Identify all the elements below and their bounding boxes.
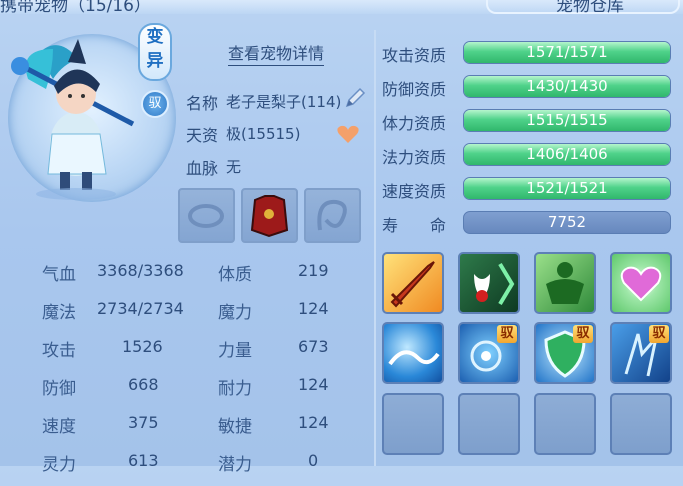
skill-slot[interactable]: 驭 bbox=[610, 322, 672, 384]
attribute-row: 速度 375 敏捷 124 bbox=[42, 410, 372, 448]
view-pet-details-link[interactable]: 查看宠物详情 bbox=[228, 40, 325, 66]
aptitude-bar: 1406/1406 bbox=[463, 143, 671, 166]
mount-tag: 驭 bbox=[649, 325, 669, 343]
aptitude-value: 1406/1406 bbox=[526, 145, 608, 163]
attr-value: 668 bbox=[128, 375, 159, 394]
pet-storage-title[interactable]: 宠物仓库 bbox=[556, 0, 624, 16]
mount-tag: 驭 bbox=[497, 325, 517, 343]
life-label: 寿 命 bbox=[382, 216, 447, 235]
charm-slot-icon bbox=[317, 199, 347, 231]
attr-label: 灵力 bbox=[42, 455, 76, 475]
attribute-row: 魔法 2734/2734 魔力 124 bbox=[42, 296, 372, 334]
empty-skill-slot[interactable] bbox=[610, 393, 672, 455]
armor-icon bbox=[250, 195, 289, 238]
life-bar: 7752 bbox=[463, 211, 671, 234]
aptitude-bar: 1515/1515 bbox=[463, 109, 671, 132]
heart-favorite-icon[interactable] bbox=[336, 123, 360, 149]
aptitude-label: 法力资质 bbox=[382, 148, 447, 167]
skill-slot[interactable]: 驭 bbox=[458, 322, 520, 384]
equip-slot-armor[interactable] bbox=[241, 188, 298, 243]
skill-slot[interactable] bbox=[534, 252, 596, 314]
attr-label: 潜力 bbox=[218, 455, 252, 475]
attribute-row: 防御 668 耐力 124 bbox=[42, 372, 372, 410]
blood-drop-skill-icon bbox=[474, 262, 515, 306]
attr-label: 魔力 bbox=[218, 303, 252, 323]
attr-value: 124 bbox=[298, 413, 329, 432]
attribute-row: 攻击 1526 力量 673 bbox=[42, 334, 372, 372]
aptitude-label: 体力资质 bbox=[382, 114, 447, 133]
attribute-row: 气血 3368/3368 体质 219 bbox=[42, 258, 372, 296]
skill-slot[interactable] bbox=[382, 252, 444, 314]
aptitude-value: 1515/1515 bbox=[526, 111, 608, 129]
carried-pets-title: 携带宠物（15/16） bbox=[0, 0, 151, 16]
attr-value: 0 bbox=[308, 451, 319, 470]
sword-skill-icon bbox=[390, 261, 435, 308]
life-value: 7752 bbox=[547, 213, 587, 231]
equip-slot-collar[interactable] bbox=[178, 188, 235, 243]
pet-name: 老子是梨子(114) bbox=[226, 93, 342, 111]
aptitude-label: 速度资质 bbox=[382, 182, 447, 201]
empty-skill-slot[interactable] bbox=[458, 393, 520, 455]
aptitude-label: 攻击资质 bbox=[382, 46, 447, 65]
strongman-skill-icon bbox=[546, 262, 584, 304]
aptitude-value: 1430/1430 bbox=[526, 77, 608, 95]
skill-slot[interactable]: 驭 bbox=[534, 322, 596, 384]
attr-value: 124 bbox=[298, 299, 329, 318]
empty-skill-slot[interactable] bbox=[534, 393, 596, 455]
attr-label: 攻击 bbox=[42, 341, 76, 361]
attr-label: 魔法 bbox=[42, 303, 76, 323]
attribute-grid: 气血 3368/3368 体质 219 魔法 2734/2734 魔力 124 … bbox=[42, 258, 372, 486]
skill-slot[interactable] bbox=[610, 252, 672, 314]
bloodline-label: 血脉 bbox=[186, 159, 219, 178]
aptitude-value: 1571/1571 bbox=[526, 43, 608, 61]
attr-label: 力量 bbox=[218, 341, 252, 361]
mount-tag: 驭 bbox=[573, 325, 593, 343]
heart-skill-icon bbox=[620, 266, 662, 302]
attr-value: 613 bbox=[128, 451, 159, 470]
attribute-row: 灵力 613 潜力 0 bbox=[42, 448, 372, 486]
attr-label: 体质 bbox=[218, 265, 252, 285]
name-label: 名称 bbox=[186, 94, 219, 113]
aptitude-bar: 1430/1430 bbox=[463, 75, 671, 98]
mount-badge: 驭 bbox=[141, 90, 169, 118]
skill-slot[interactable] bbox=[458, 252, 520, 314]
talent-value: 极(15515) bbox=[226, 125, 301, 143]
aptitude-bar: 1521/1521 bbox=[463, 177, 671, 200]
attr-label: 耐力 bbox=[218, 379, 252, 399]
attr-label: 防御 bbox=[42, 379, 76, 399]
attr-value: 3368/3368 bbox=[97, 261, 184, 280]
collar-slot-icon bbox=[188, 204, 224, 228]
aptitude-label: 防御资质 bbox=[382, 80, 447, 99]
attr-value: 1526 bbox=[122, 337, 163, 356]
bloodline-value: 无 bbox=[226, 158, 242, 176]
attr-label: 敏捷 bbox=[218, 417, 252, 437]
panel-divider bbox=[374, 30, 376, 466]
attr-label: 气血 bbox=[42, 265, 76, 285]
talent-label: 天资 bbox=[186, 126, 219, 145]
attr-value: 375 bbox=[128, 413, 159, 432]
empty-skill-slot[interactable] bbox=[382, 393, 444, 455]
attr-value: 673 bbox=[298, 337, 329, 356]
attr-label: 速度 bbox=[42, 417, 76, 437]
mutation-badge: 变异 bbox=[138, 23, 172, 81]
attr-value: 2734/2734 bbox=[97, 299, 184, 318]
water-wave-skill-icon bbox=[388, 350, 440, 366]
attr-value: 124 bbox=[298, 375, 329, 394]
skill-slot[interactable] bbox=[382, 322, 444, 384]
attr-value: 219 bbox=[298, 261, 329, 280]
aptitude-value: 1521/1521 bbox=[526, 179, 608, 197]
equip-slot-charm[interactable] bbox=[304, 188, 361, 243]
edit-name-pencil-icon[interactable] bbox=[343, 86, 367, 114]
aptitude-bar: 1571/1571 bbox=[463, 41, 671, 64]
